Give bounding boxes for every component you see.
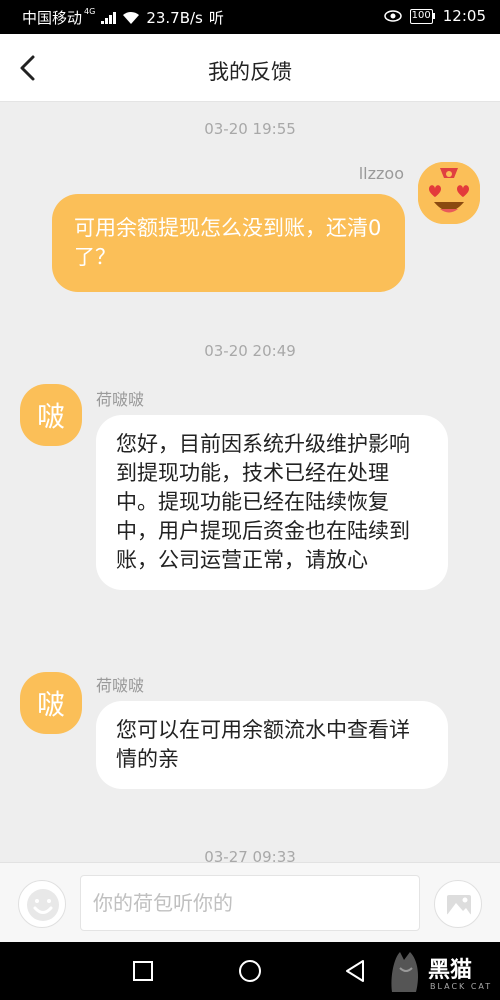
watermark-text: 黑猫 — [428, 958, 473, 983]
chat-area[interactable]: 03-20 19:55 llzzoo 可用余额提现怎么没到账，还清0了？ 03-… — [0, 102, 500, 862]
eye-icon — [383, 10, 402, 22]
emoji-icon — [27, 889, 59, 921]
page-title: 我的反馈 — [208, 60, 292, 84]
carrier-label: 中国移动 — [22, 9, 83, 27]
message-input[interactable] — [80, 875, 420, 931]
wifi-icon — [123, 11, 140, 24]
image-icon — [447, 895, 471, 915]
message-bubble-in: 您可以在可用余额流水中查看详情的亲 — [96, 701, 448, 789]
message-timestamp: 03-20 20:49 — [204, 342, 296, 360]
clock: 12:05 — [442, 7, 486, 25]
status-bar: 中国移动 4G 23.7B/s 听 100 12:05 — [0, 0, 500, 34]
sender-name: 荷啵啵 — [96, 390, 145, 409]
message-bubble-in: 您好，目前因系统升级维护影响到提现功能，技术已经在处理中。提现功能已经在陆续恢复… — [96, 415, 448, 590]
user-avatar — [418, 162, 480, 224]
cat-logo-icon — [391, 952, 418, 992]
sender-name: 荷啵啵 — [96, 676, 145, 695]
network-speed: 23.7B/s — [146, 8, 203, 27]
emoji-button[interactable] — [18, 880, 66, 928]
image-button[interactable] — [434, 880, 482, 928]
smiley-avatar-icon — [418, 162, 480, 224]
back-icon[interactable] — [343, 958, 369, 984]
support-avatar: 啵 — [20, 384, 82, 446]
battery-icon — [432, 13, 435, 19]
watermark-subtext: BLACK CAT — [430, 982, 493, 991]
sender-name: llzzoo — [358, 164, 404, 183]
signal-icon — [101, 11, 117, 24]
home-icon[interactable] — [237, 958, 263, 984]
battery-indicator: 100 — [409, 8, 433, 24]
recents-icon[interactable] — [130, 958, 156, 984]
network-type: 4G — [84, 7, 96, 16]
watermark: 黑猫 BLACK CAT — [384, 944, 500, 1000]
input-bar — [0, 862, 500, 942]
status-extra: 听 — [208, 9, 224, 27]
message-timestamp: 03-27 09:33 — [204, 848, 296, 862]
support-avatar: 啵 — [20, 672, 82, 734]
header: 我的反馈 — [0, 34, 500, 102]
message-bubble-out: 可用余额提现怎么没到账，还清0了？ — [52, 194, 405, 292]
message-timestamp: 03-20 19:55 — [204, 120, 296, 138]
